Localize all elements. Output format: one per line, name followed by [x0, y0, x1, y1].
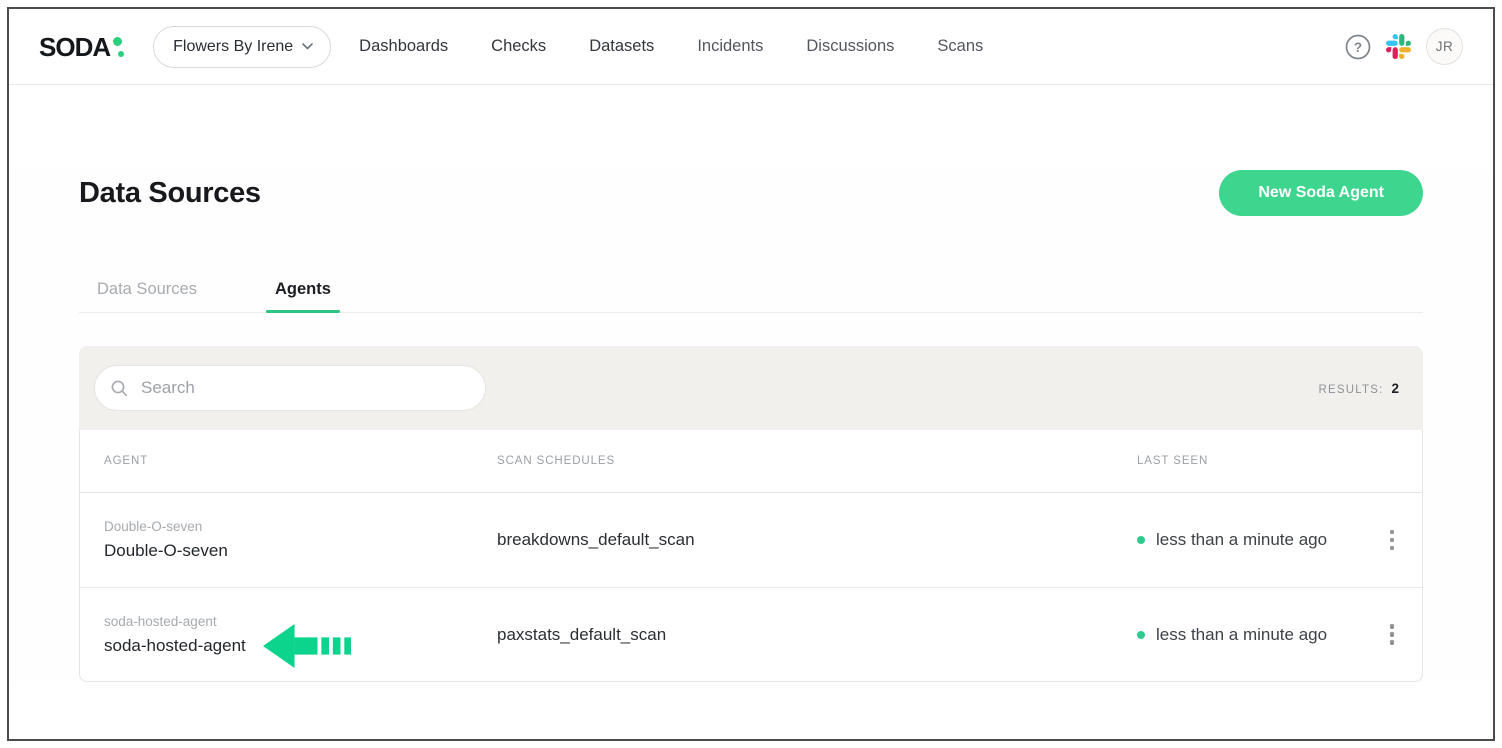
last-seen-cell: less than a minute ago: [1137, 625, 1370, 645]
agent-id-label: Double-O-seven: [104, 519, 497, 534]
agents-table: AGENT SCAN SCHEDULES LAST SEEN Double-O-…: [79, 430, 1423, 682]
agent-name: soda-hosted-agent: [104, 636, 246, 656]
slack-icon[interactable]: [1386, 34, 1411, 59]
agent-cell: soda-hosted-agent soda-hosted-agent: [104, 614, 497, 656]
soda-logo-dots-icon: [113, 34, 127, 60]
table-row[interactable]: soda-hosted-agent soda-hosted-agent: [80, 587, 1422, 681]
scan-schedule-cell: breakdowns_default_scan: [497, 530, 1137, 550]
tab-data-sources[interactable]: Data Sources: [88, 280, 206, 312]
org-selector-dropdown[interactable]: Flowers By Irene: [153, 26, 331, 68]
org-selector-label: Flowers By Irene: [173, 38, 293, 56]
search-field[interactable]: [94, 365, 486, 411]
status-dot: [1137, 631, 1145, 639]
tabs: Data Sources Agents: [79, 280, 1423, 313]
last-seen-text: less than a minute ago: [1156, 625, 1327, 645]
nav-item-datasets[interactable]: Datasets: [589, 37, 654, 56]
annotation-arrow-left-icon: [263, 623, 351, 669]
table-row[interactable]: Double-O-seven Double-O-seven breakdowns…: [80, 493, 1422, 587]
svg-text:?: ?: [1354, 40, 1362, 55]
agents-panel: RESULTS: 2 AGENT SCAN SCHEDULES LAST SEE…: [79, 346, 1423, 682]
last-seen-cell: less than a minute ago: [1137, 530, 1370, 550]
scan-schedule-cell: paxstats_default_scan: [497, 625, 1137, 645]
status-dot: [1137, 536, 1145, 544]
results-count: 2: [1391, 381, 1399, 396]
results-counter: RESULTS: 2: [1319, 381, 1400, 396]
active-tab-underline: [266, 310, 340, 313]
search-input[interactable]: [141, 378, 469, 398]
browser-viewport: SODA Flowers By Irene Dashboards Checks …: [7, 7, 1495, 741]
nav-item-scans[interactable]: Scans: [937, 37, 983, 56]
soda-logo-text: SODA: [39, 34, 110, 60]
kebab-menu-icon[interactable]: [1386, 526, 1399, 555]
title-row: Data Sources New Soda Agent: [79, 170, 1423, 216]
soda-logo: SODA: [39, 34, 127, 60]
new-soda-agent-button[interactable]: New Soda Agent: [1219, 170, 1423, 216]
user-avatar[interactable]: JR: [1426, 28, 1463, 65]
search-toolbar: RESULTS: 2: [79, 346, 1423, 430]
agent-cell: Double-O-seven Double-O-seven: [104, 519, 497, 561]
column-header-agent: AGENT: [104, 455, 497, 467]
screenshot-root: SODA Flowers By Irene Dashboards Checks …: [0, 0, 1502, 748]
nav-item-discussions[interactable]: Discussions: [806, 37, 894, 56]
nav-item-dashboards[interactable]: Dashboards: [359, 37, 448, 56]
kebab-menu-icon[interactable]: [1386, 620, 1399, 649]
navbar-right: ? JR: [1345, 28, 1463, 65]
table-header-row: AGENT SCAN SCHEDULES LAST SEEN: [80, 430, 1422, 493]
chevron-down-icon: [302, 43, 313, 50]
agent-name: Double-O-seven: [104, 541, 228, 561]
search-icon: [111, 380, 128, 397]
main-content: Data Sources New Soda Agent Data Sources…: [9, 170, 1493, 682]
column-header-scan-schedules: SCAN SCHEDULES: [497, 455, 1137, 467]
results-label: RESULTS:: [1319, 384, 1384, 396]
nav-item-checks[interactable]: Checks: [491, 37, 546, 56]
column-header-last-seen: LAST SEEN: [1137, 455, 1370, 467]
top-navbar: SODA Flowers By Irene Dashboards Checks …: [9, 9, 1493, 85]
last-seen-text: less than a minute ago: [1156, 530, 1327, 550]
tab-agents[interactable]: Agents: [266, 280, 340, 312]
page-title: Data Sources: [79, 174, 261, 212]
help-icon[interactable]: ?: [1345, 34, 1371, 60]
nav-item-incidents[interactable]: Incidents: [697, 37, 763, 56]
main-nav: Dashboards Checks Datasets Incidents Dis…: [359, 37, 983, 56]
